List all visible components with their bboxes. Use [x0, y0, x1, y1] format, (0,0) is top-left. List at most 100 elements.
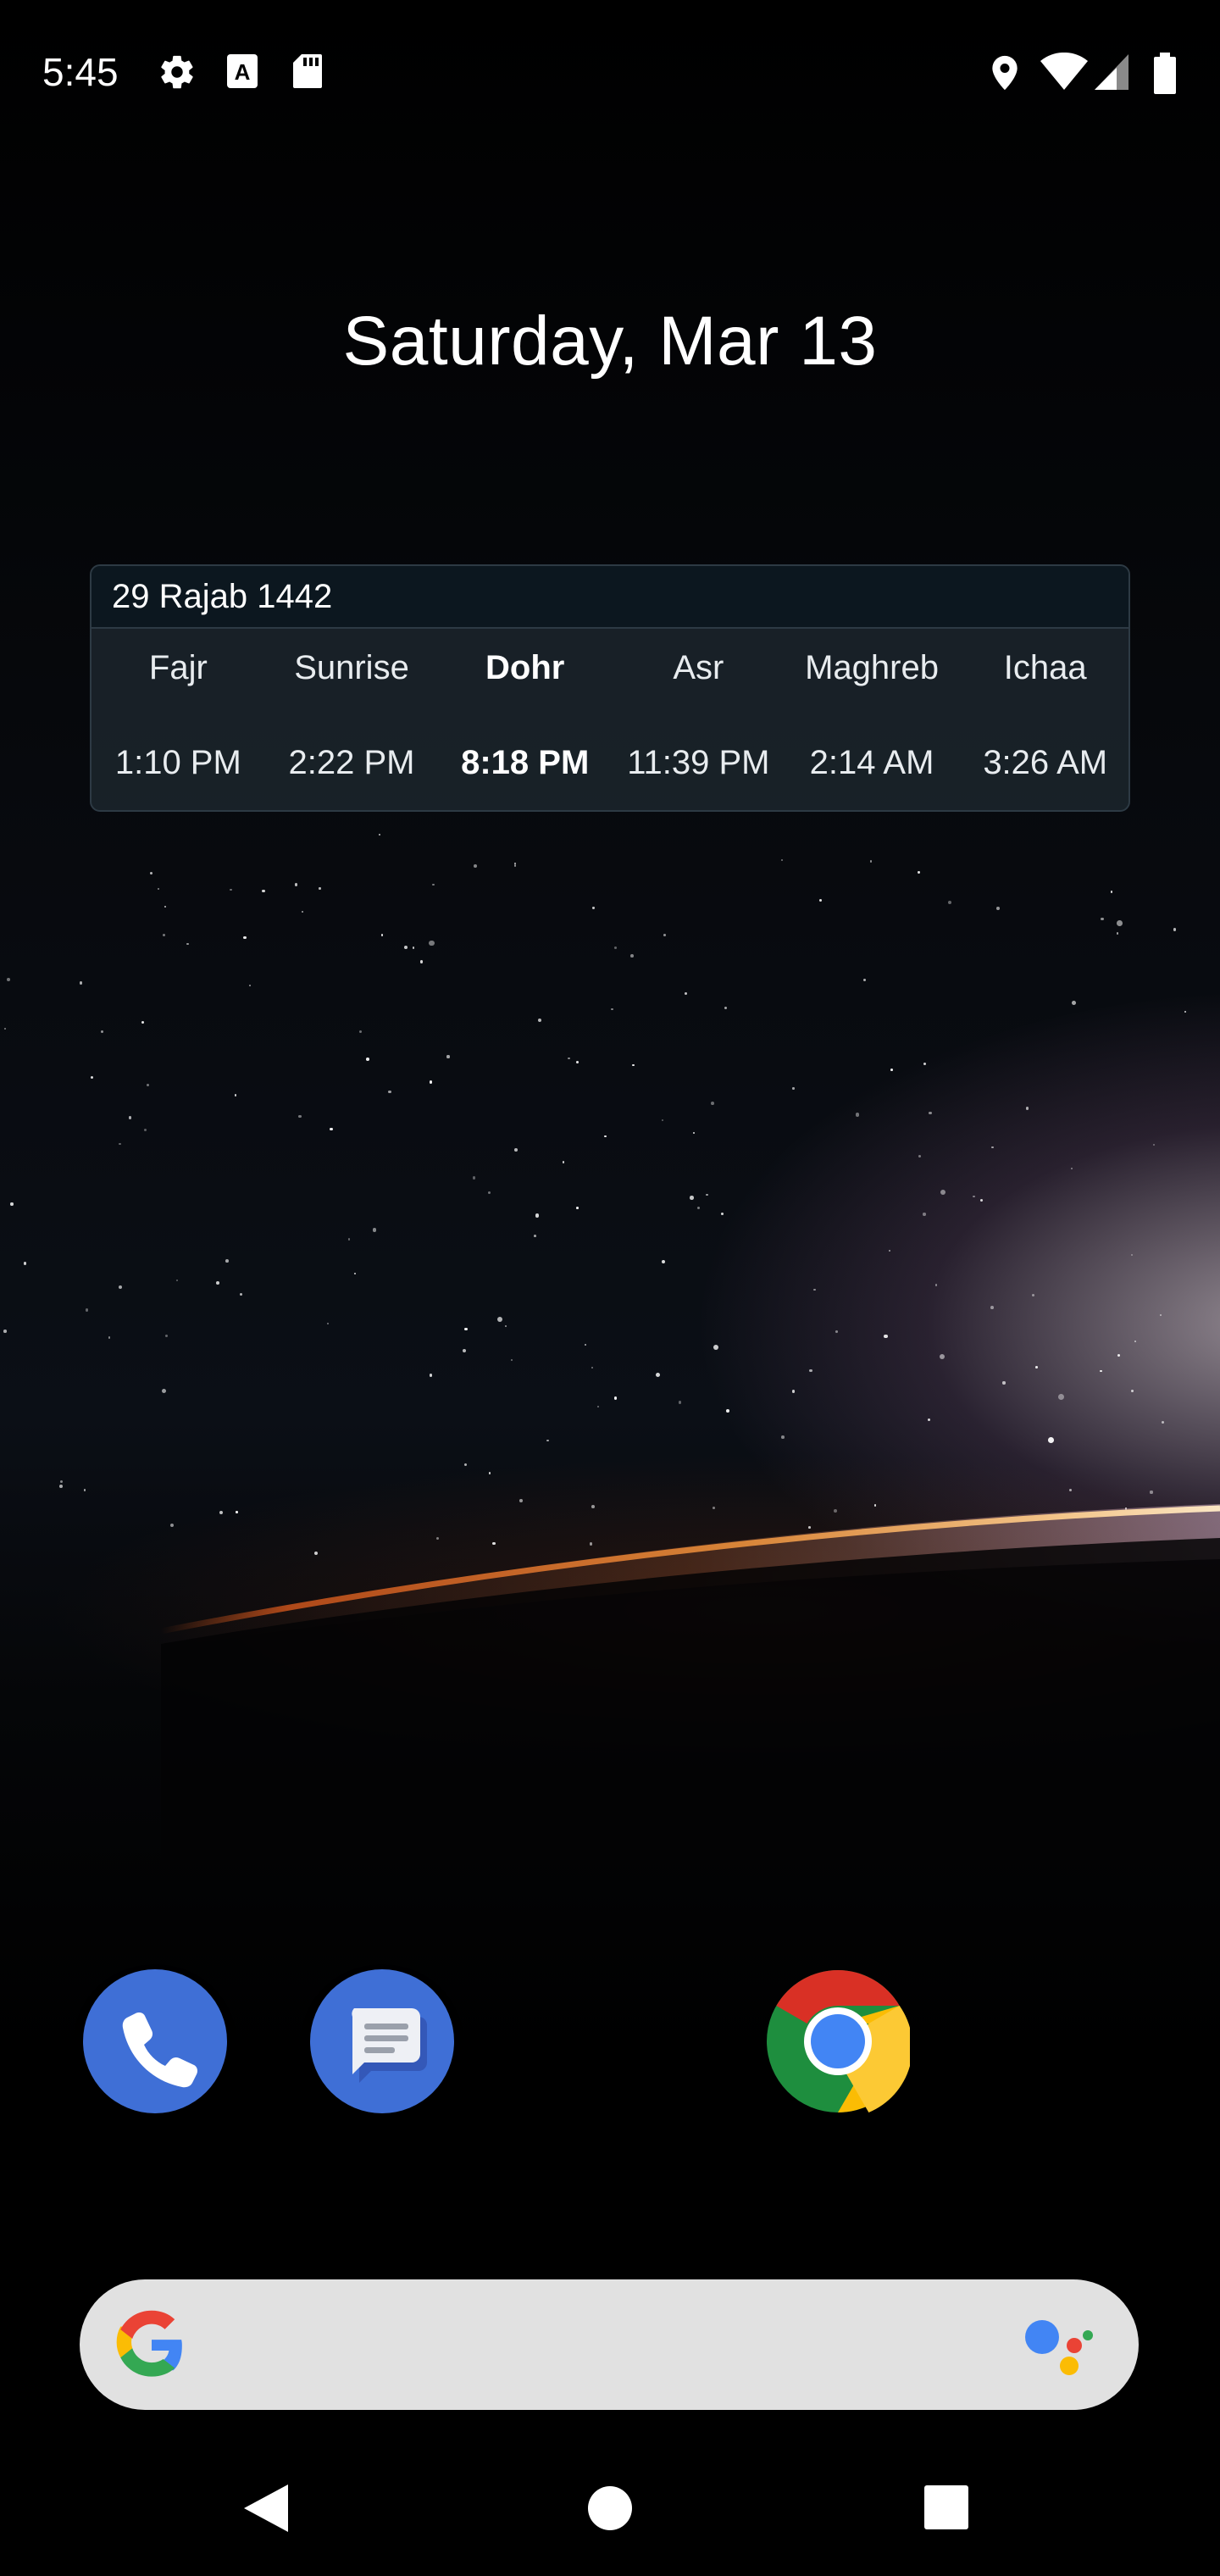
star [592, 907, 595, 909]
star [514, 1147, 518, 1152]
star [518, 1499, 523, 1502]
google-search-bar[interactable] [80, 2279, 1139, 2410]
star [918, 1154, 922, 1158]
prayer-dohr: Dohr 8:18 PM [438, 629, 612, 810]
star [510, 1359, 513, 1362]
star [923, 1213, 926, 1216]
prayer-name: Dohr [485, 649, 565, 686]
prayer-times-widget[interactable]: 29 Rajab 1442 Fajr 1:10 PM Sunrise 2:22 … [90, 564, 1130, 812]
star [295, 883, 298, 886]
star [568, 1058, 570, 1060]
star [632, 1063, 635, 1067]
star [262, 889, 265, 892]
star [940, 1189, 946, 1196]
home-date[interactable]: Saturday, Mar 13 [0, 302, 1220, 381]
chrome-app-icon[interactable] [766, 1969, 913, 2113]
star [3, 1027, 7, 1030]
star [613, 1396, 618, 1401]
star [248, 985, 251, 987]
star [713, 1507, 716, 1510]
star [429, 1080, 433, 1084]
star [23, 1262, 27, 1265]
star [108, 1336, 111, 1339]
star [59, 1485, 63, 1489]
star [240, 1292, 243, 1296]
star [809, 1368, 812, 1373]
star [591, 1504, 596, 1508]
star [720, 1213, 724, 1216]
star [1130, 1253, 1133, 1257]
star [934, 1284, 938, 1286]
phone-app-icon[interactable] [83, 1969, 227, 2113]
star [792, 1087, 795, 1090]
prayer-name: Fajr [148, 649, 208, 686]
star [596, 1405, 600, 1408]
star [464, 1463, 468, 1466]
star [429, 940, 435, 947]
star [380, 934, 383, 936]
star [813, 1288, 816, 1291]
star [496, 1316, 503, 1323]
star [319, 887, 321, 890]
star [225, 1259, 230, 1263]
prayer-time: 3:26 AM [983, 744, 1108, 781]
star [472, 1176, 476, 1180]
status-time: 5:45 [42, 50, 119, 94]
star [488, 1472, 491, 1474]
prayer-asr: Asr 11:39 PM [612, 629, 785, 810]
prayer-name: Asr [673, 649, 724, 686]
navigation-bar [0, 2440, 1220, 2576]
star [10, 1202, 14, 1206]
star [562, 1161, 564, 1163]
star [163, 934, 166, 937]
star [216, 1281, 219, 1285]
star [314, 1551, 318, 1555]
star [85, 1308, 89, 1312]
star [1101, 918, 1104, 921]
home-icon[interactable] [586, 2484, 634, 2536]
prayer-maghreb: Maghreb 2:14 AM [785, 629, 959, 810]
star [948, 900, 952, 904]
star [297, 1114, 302, 1119]
star [119, 1285, 123, 1290]
star [446, 1055, 450, 1058]
star [980, 1198, 984, 1202]
star [59, 1480, 63, 1484]
messages-app-icon[interactable] [310, 1969, 454, 2113]
star [781, 1435, 785, 1439]
star [575, 1206, 579, 1209]
star [3, 1330, 7, 1333]
star [808, 1525, 812, 1529]
prayer-sunrise: Sunrise 2:22 PM [265, 629, 439, 810]
star [404, 945, 408, 949]
star [327, 1322, 330, 1324]
star [412, 947, 415, 949]
back-icon[interactable] [241, 2481, 291, 2540]
prayer-name: Ichaa [1003, 649, 1087, 686]
star [888, 1249, 890, 1252]
star [474, 864, 477, 869]
star [146, 1083, 149, 1086]
recents-icon[interactable] [923, 2484, 969, 2534]
star [834, 1508, 837, 1513]
star [1002, 1381, 1006, 1385]
star [611, 1008, 613, 1011]
star [1071, 1167, 1073, 1170]
star [1152, 1143, 1155, 1146]
star [685, 992, 687, 995]
star [575, 1061, 579, 1064]
star [1069, 1488, 1073, 1491]
star [436, 1536, 440, 1541]
star [724, 1006, 727, 1009]
prayer-fajr: Fajr 1:10 PM [92, 629, 265, 810]
star [663, 934, 667, 936]
messages-icon [352, 2008, 427, 2083]
star [164, 905, 167, 908]
star [927, 1418, 931, 1422]
star [996, 906, 1000, 910]
widget-header: 29 Rajab 1442 [92, 566, 1128, 629]
star [661, 1119, 664, 1122]
star [1035, 1365, 1039, 1368]
star [219, 1510, 224, 1514]
svg-text:A: A [235, 59, 251, 85]
